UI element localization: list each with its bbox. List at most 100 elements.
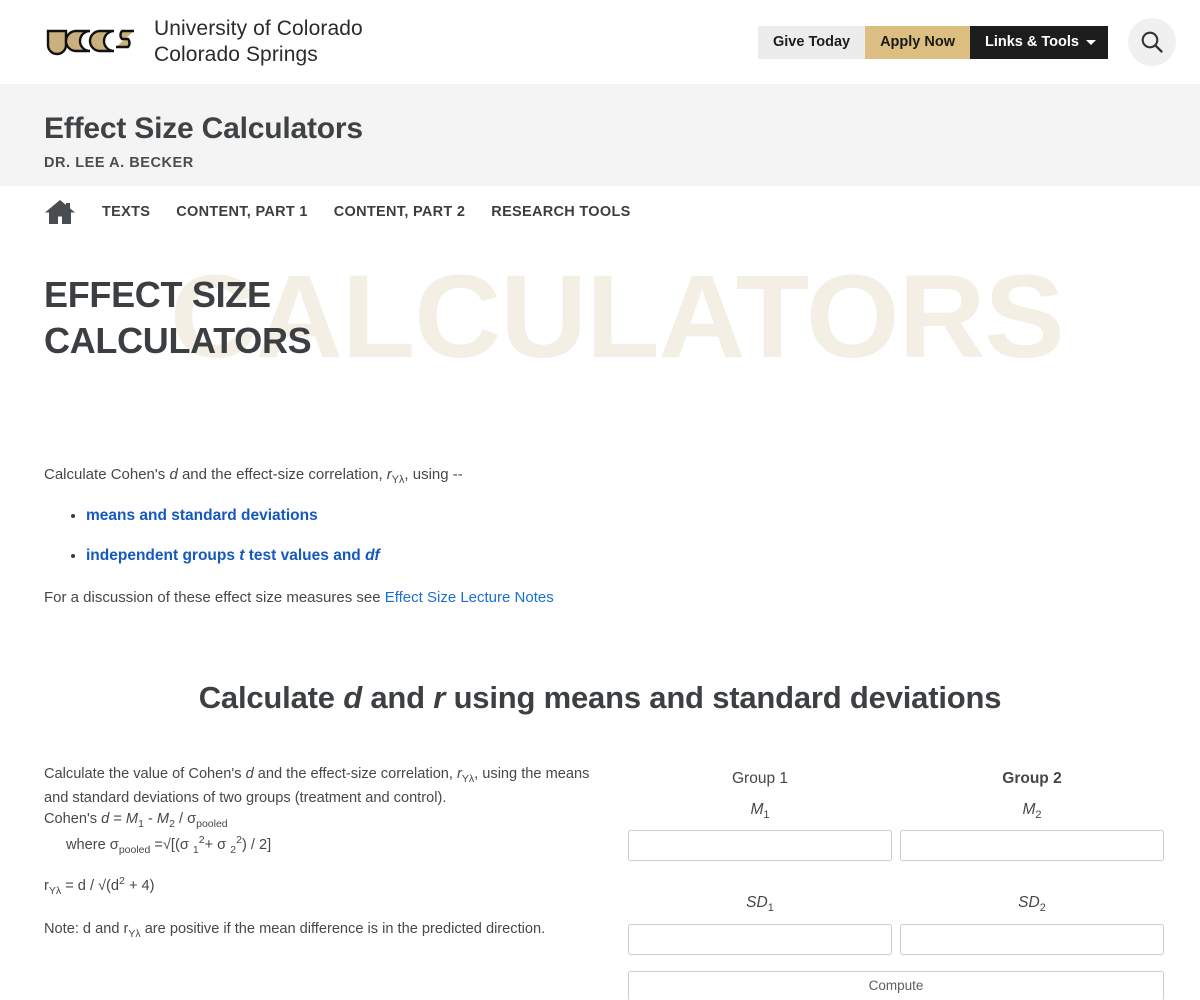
hero-title: EFFECT SIZE CALCULATORS bbox=[44, 254, 374, 363]
formula-r-correlation: rYλ = d / √(d2 + 4) bbox=[44, 874, 604, 899]
formula-r-subscript: Yλ bbox=[48, 884, 62, 897]
intro-lead-prefix: Calculate Cohen's bbox=[44, 466, 170, 483]
nav-item-content-part-2[interactable]: CONTENT, PART 2 bbox=[334, 204, 466, 220]
group-1-header: Group 1 bbox=[731, 770, 788, 788]
sd1-input[interactable] bbox=[628, 923, 892, 955]
formula-pooled-sd: where σpooled =√[(σ 12+ σ 22) / 2] bbox=[44, 833, 604, 858]
calculator-section-heading: Calculate d and r using means and standa… bbox=[0, 680, 1200, 716]
group-2-header: Group 2 bbox=[1002, 770, 1062, 788]
formula-div: / σ bbox=[174, 811, 197, 828]
heading-part-b: and bbox=[361, 680, 434, 716]
formula-m2: M bbox=[156, 811, 170, 828]
calculator-area: Calculate the value of Cohen's d and the… bbox=[0, 764, 1200, 1000]
formula-where-b: =√[(σ bbox=[150, 836, 193, 853]
note-subscript: Yλ bbox=[128, 927, 141, 940]
sd1-label-text: SD bbox=[746, 894, 768, 912]
intro-lead: Calculate Cohen's d and the effect-size … bbox=[44, 464, 1156, 489]
m1-label-subscript: 1 bbox=[763, 809, 770, 822]
formula-cohens-a: Cohen's bbox=[44, 811, 102, 828]
calc-desc-paragraph: Calculate the value of Cohen's d and the… bbox=[44, 764, 604, 809]
page-title-band: Effect Size Calculators DR. LEE A. BECKE… bbox=[0, 84, 1200, 186]
m1-input[interactable] bbox=[628, 830, 892, 862]
nav-item-texts[interactable]: TEXTS bbox=[102, 204, 150, 220]
calculator-note: Note: d and rYλ are positive if the mean… bbox=[44, 919, 604, 942]
link-part-a: independent groups bbox=[86, 546, 240, 564]
formula-m1: M bbox=[125, 811, 139, 828]
note-b: are positive if the mean difference is i… bbox=[140, 920, 546, 937]
calc-desc-b: and the effect-size correlation, bbox=[253, 766, 458, 783]
link-independent-groups-t-test[interactable]: independent groups t test values and df bbox=[86, 547, 380, 564]
heading-part-c: using means and standard deviations bbox=[445, 680, 1002, 716]
heading-part-r: r bbox=[433, 680, 446, 716]
calculator-form: Group 1 Group 2 M1 M2 SD1 SD2 Compute Re… bbox=[628, 764, 1164, 1000]
give-today-button[interactable]: Give Today bbox=[757, 25, 866, 59]
sd-inputs-row bbox=[628, 923, 1164, 955]
nav-item-content-part-1[interactable]: CONTENT, PART 1 bbox=[176, 204, 308, 220]
group-headers-row: Group 1 Group 2 bbox=[628, 770, 1164, 801]
intro-lead-d: d bbox=[169, 466, 178, 483]
m2-label-subscript: 2 bbox=[1035, 809, 1042, 822]
list-item: independent groups t test values and df bbox=[86, 547, 1156, 565]
m1-label: M1 bbox=[628, 801, 892, 830]
intro-lead-suffix: , using -- bbox=[404, 466, 463, 483]
header-actions: Give Today Apply Now Links & Tools bbox=[757, 18, 1176, 66]
formula-where-c: + σ bbox=[204, 836, 231, 853]
sd2-label: SD2 bbox=[900, 894, 1164, 923]
m2-input[interactable] bbox=[900, 830, 1164, 862]
search-button[interactable] bbox=[1128, 18, 1176, 66]
nav-item-research-tools[interactable]: RESEARCH TOOLS bbox=[491, 204, 630, 220]
calc-desc-d: d bbox=[245, 766, 254, 783]
formula-where-d: ) / 2] bbox=[241, 836, 272, 853]
sd-labels-row: SD1 SD2 bbox=[628, 894, 1164, 923]
search-icon bbox=[1141, 31, 1163, 53]
discussion-line: For a discussion of these effect size me… bbox=[44, 587, 1156, 609]
sd1-label: SD1 bbox=[628, 894, 892, 923]
m2-label: M2 bbox=[900, 801, 1164, 830]
hero-section: CALCULATORS EFFECT SIZE CALCULATORS bbox=[0, 254, 1200, 404]
hero-title-line-2: CALCULATORS bbox=[44, 319, 312, 361]
discussion-text: For a discussion of these effect size me… bbox=[44, 588, 385, 606]
brand-lockup[interactable]: University of Colorado Colorado Springs bbox=[44, 16, 363, 67]
uccs-logo-icon bbox=[46, 29, 134, 56]
calc-desc-a: Calculate the value of Cohen's bbox=[44, 766, 246, 783]
list-item: means and standard deviations bbox=[86, 507, 1156, 525]
intro-lead-r-subscript: Yλ bbox=[391, 474, 405, 486]
mean-labels-row: M1 M2 bbox=[628, 801, 1164, 830]
calculator-description: Calculate the value of Cohen's d and the… bbox=[44, 764, 604, 1000]
home-icon[interactable] bbox=[44, 198, 76, 226]
link-effect-size-lecture-notes[interactable]: Effect Size Lecture Notes bbox=[385, 589, 554, 606]
heading-part-a: Calculate bbox=[198, 680, 344, 716]
university-line-1: University of Colorado bbox=[154, 17, 363, 41]
formula-where-a: where σ bbox=[66, 836, 119, 853]
apply-now-button[interactable]: Apply Now bbox=[865, 25, 970, 59]
site-header: University of Colorado Colorado Springs … bbox=[0, 0, 1200, 84]
sd2-label-text: SD bbox=[1018, 894, 1040, 912]
sd1-label-subscript: 1 bbox=[767, 902, 774, 915]
intro-method-list: means and standard deviations independen… bbox=[44, 507, 1156, 565]
heading-part-d: d bbox=[343, 680, 362, 716]
formula-minus: - bbox=[143, 811, 157, 828]
intro-section: Calculate Cohen's d and the effect-size … bbox=[0, 464, 1200, 608]
links-tools-button[interactable]: Links & Tools bbox=[970, 25, 1108, 59]
university-name: University of Colorado Colorado Springs bbox=[154, 16, 363, 67]
mean-inputs-row bbox=[628, 830, 1164, 862]
formula-r-c: + 4) bbox=[124, 877, 155, 894]
sd2-label-subscript: 2 bbox=[1039, 902, 1046, 915]
formula-r-b: = d / √(d bbox=[61, 877, 120, 894]
calc-desc-r-subscript: Yλ bbox=[461, 773, 475, 786]
page-title: Effect Size Calculators bbox=[44, 112, 363, 145]
links-tools-label: Links & Tools bbox=[985, 34, 1079, 50]
hero-title-line-1: EFFECT SIZE bbox=[44, 274, 271, 315]
link-means-and-standard-deviations[interactable]: means and standard deviations bbox=[86, 507, 318, 524]
link-part-b: test values and bbox=[244, 546, 366, 564]
sd2-input[interactable] bbox=[900, 923, 1164, 955]
formula-cohens-b: = bbox=[109, 811, 126, 828]
m2-label-text: M bbox=[1022, 801, 1036, 819]
formula-where-pooled-sub: pooled bbox=[118, 843, 151, 856]
formula-cohens-d: Cohen's d = M1 - M2 / σpooled bbox=[44, 809, 604, 832]
compute-button[interactable]: Compute bbox=[628, 970, 1164, 1000]
formula-pooled-subscript: pooled bbox=[196, 818, 228, 831]
chevron-down-icon bbox=[1086, 39, 1096, 45]
university-line-2: Colorado Springs bbox=[154, 43, 318, 66]
